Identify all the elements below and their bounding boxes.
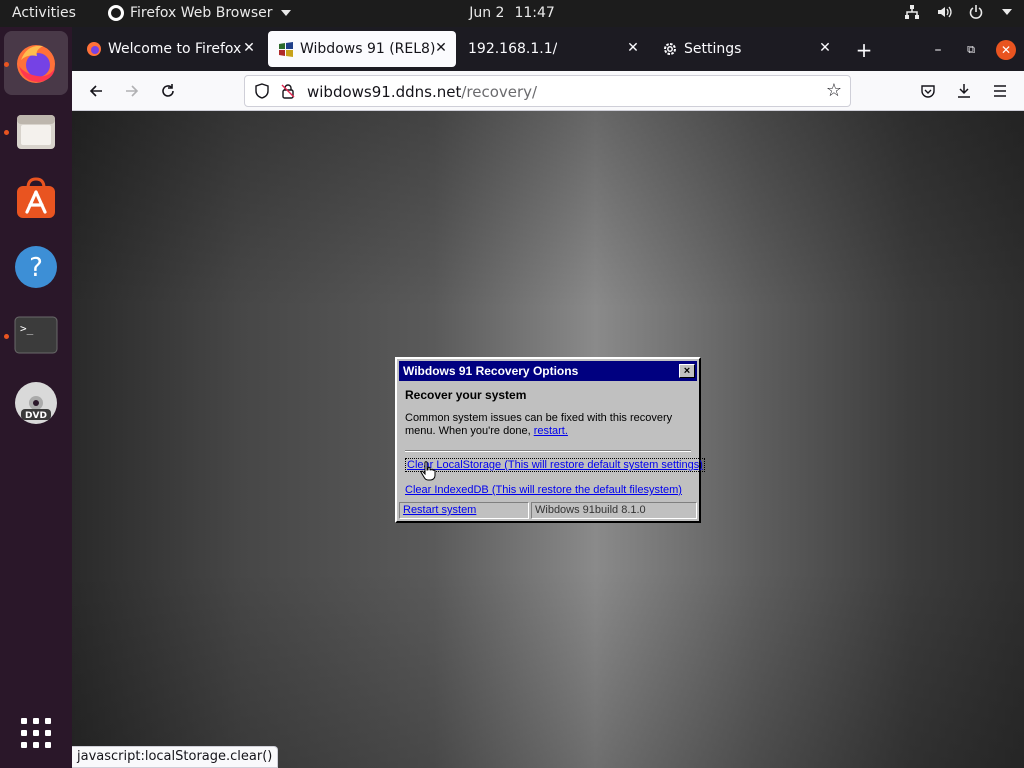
dock-files[interactable] — [4, 99, 68, 163]
dialog-close-button[interactable]: × — [679, 364, 695, 378]
download-icon — [958, 84, 970, 98]
url-host: wibdows91.ddns.net — [307, 83, 462, 101]
dialog-status-bar: Restart system Wibdows 91build 8.1.0 — [399, 502, 697, 519]
restore-button[interactable]: ⧉ — [961, 40, 981, 60]
software-bag-icon — [17, 177, 55, 218]
tab-title: Welcome to Firefox — [108, 41, 242, 57]
forward-button[interactable] — [120, 79, 144, 103]
downloads-button[interactable] — [952, 79, 976, 103]
dock-terminal[interactable]: >_ — [4, 303, 68, 367]
dialog-title: Wibdows 91 Recovery Options — [403, 364, 579, 378]
dialog-heading: Recover your system — [405, 388, 527, 402]
link-status-panel: javascript:localStorage.clear() — [72, 746, 279, 768]
dialog-description: Common system issues can be fixed with t… — [405, 412, 695, 438]
dock-firefox[interactable] — [4, 31, 68, 95]
tab-title: Wibdows 91 (REL8) — [300, 41, 436, 57]
reload-button[interactable] — [156, 79, 180, 103]
volume-icon — [936, 4, 952, 20]
tab-router[interactable]: 192.168.1.1/ ✕ — [460, 31, 648, 67]
restart-system-link[interactable]: Restart system — [403, 504, 476, 516]
chevron-down-icon — [1002, 9, 1012, 15]
arrow-left-icon — [89, 85, 102, 97]
gear-icon — [662, 41, 678, 57]
clear-indexeddb-link[interactable]: Clear IndexedDB (This will restore the d… — [405, 484, 682, 496]
close-icon[interactable]: ✕ — [818, 41, 832, 55]
lock-icon[interactable] — [280, 83, 296, 99]
gnome-top-bar: Activities Firefox Web Browser Jun 2 11:4… — [0, 0, 1024, 27]
close-icon[interactable]: ✕ — [242, 41, 256, 55]
close-icon[interactable]: ✕ — [626, 41, 640, 55]
firefox-icon — [17, 45, 55, 83]
dialog-titlebar[interactable]: Wibdows 91 Recovery Options × — [399, 361, 697, 381]
dvd-icon: DVD — [15, 382, 57, 424]
minimize-button[interactable]: – — [928, 40, 948, 60]
tracking-protection-icon[interactable] — [254, 83, 270, 99]
url-bar[interactable]: wibdows91.ddns.net/recovery/ ☆ — [244, 75, 851, 107]
close-window-button[interactable]: ✕ — [996, 40, 1016, 60]
tab-title: Settings — [684, 41, 742, 57]
recovery-dialog: Wibdows 91 Recovery Options × Recover yo… — [395, 357, 705, 523]
tab-title: 192.168.1.1/ — [468, 41, 558, 57]
dock-dvd[interactable]: DVD — [4, 371, 68, 435]
bookmark-star-icon[interactable]: ☆ — [824, 81, 844, 101]
dock-ubuntu-software[interactable] — [4, 167, 68, 231]
clock-date: Jun 2 — [469, 5, 505, 21]
power-icon — [968, 4, 984, 20]
firefox-icon — [86, 41, 102, 57]
system-menu[interactable] — [904, 4, 1012, 20]
tab-welcome[interactable]: Welcome to Firefox ✕ — [76, 31, 264, 67]
build-version: Wibdows 91build 8.1.0 — [531, 502, 697, 519]
new-tab-button[interactable]: + — [854, 38, 874, 62]
restart-link[interactable]: restart. — [534, 425, 568, 437]
files-icon — [17, 115, 55, 149]
tab-strip: Welcome to Firefox ✕ Wibdows 91 (REL8) ✕… — [72, 27, 1024, 71]
clock[interactable]: Jun 2 11:47 — [0, 5, 1024, 21]
pocket-icon — [921, 85, 935, 98]
back-button[interactable] — [84, 79, 108, 103]
hamburger-icon — [994, 85, 1006, 97]
show-applications-button[interactable] — [20, 717, 52, 749]
pocket-button[interactable] — [916, 79, 940, 103]
svg-text:?: ? — [29, 253, 43, 283]
arrow-right-icon — [126, 85, 139, 97]
navigation-toolbar: wibdows91.ddns.net/recovery/ ☆ — [72, 71, 1024, 111]
grid-icon — [21, 718, 51, 748]
svg-text:DVD: DVD — [25, 411, 47, 421]
hand-cursor-icon — [420, 461, 436, 481]
close-icon[interactable]: ✕ — [434, 41, 448, 55]
url-path: /recovery/ — [461, 83, 538, 101]
terminal-icon: >_ — [14, 316, 58, 354]
app-menu-button[interactable] — [988, 79, 1012, 103]
help-icon: ? — [15, 246, 57, 288]
ubuntu-dock: ? >_ DVD — [0, 27, 72, 768]
running-indicator — [4, 62, 9, 67]
url-text: wibdows91.ddns.net/recovery/ — [307, 83, 537, 101]
tab-wibdows[interactable]: Wibdows 91 (REL8) ✕ — [268, 31, 456, 67]
tab-settings[interactable]: Settings ✕ — [652, 31, 840, 67]
clear-localstorage-link[interactable]: Clear LocalStorage (This will restore de… — [405, 458, 705, 472]
dock-help[interactable]: ? — [4, 235, 68, 299]
running-indicator — [4, 130, 9, 135]
status-cell-restart: Restart system — [399, 502, 529, 519]
divider — [405, 450, 691, 452]
network-icon — [904, 4, 920, 20]
clock-time: 11:47 — [514, 5, 555, 21]
wibdows-icon — [278, 41, 294, 57]
svg-text:>_: >_ — [20, 322, 34, 335]
reload-icon — [162, 84, 174, 97]
running-indicator — [4, 334, 9, 339]
